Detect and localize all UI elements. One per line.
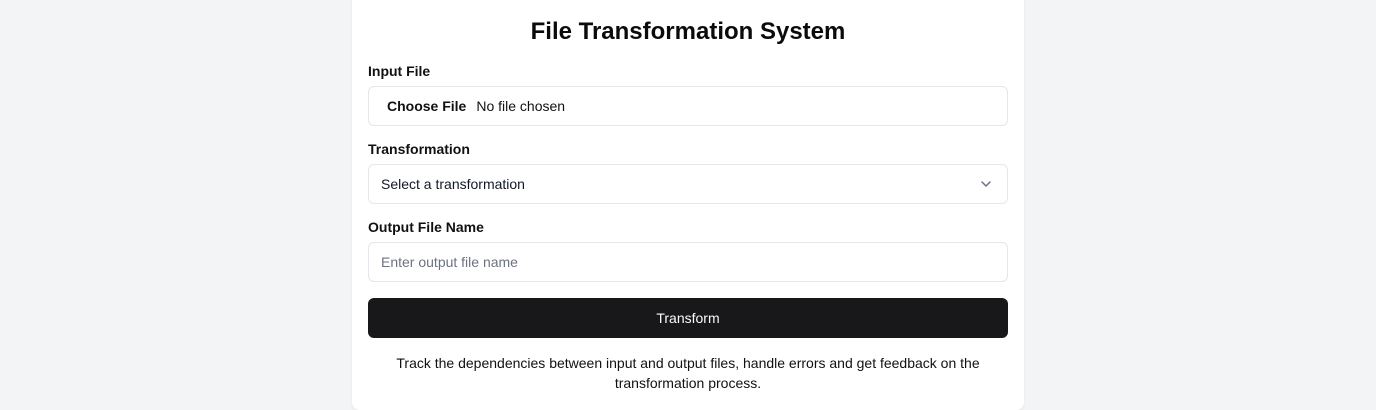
- file-status-text: No file chosen: [476, 98, 566, 114]
- transformation-selected-value: Select a transformation: [381, 176, 525, 192]
- input-file-label: Input File: [368, 63, 431, 79]
- page-title: File Transformation System: [530, 18, 846, 45]
- transformation-label: Transformation: [368, 141, 470, 157]
- footer-description: Track the dependencies between input and…: [396, 355, 980, 391]
- chevron-down-icon: [979, 177, 993, 191]
- output-file-name-input[interactable]: [368, 242, 1008, 282]
- input-file-field[interactable]: Choose File No file chosen: [368, 86, 1008, 126]
- transformation-card: File Transformation System Input File Ch…: [352, 0, 1024, 410]
- choose-file-button[interactable]: Choose File: [387, 98, 466, 114]
- output-file-name-label: Output File Name: [368, 219, 484, 235]
- transform-button[interactable]: Transform: [368, 298, 1008, 338]
- transformation-select[interactable]: Select a transformation: [368, 164, 1008, 204]
